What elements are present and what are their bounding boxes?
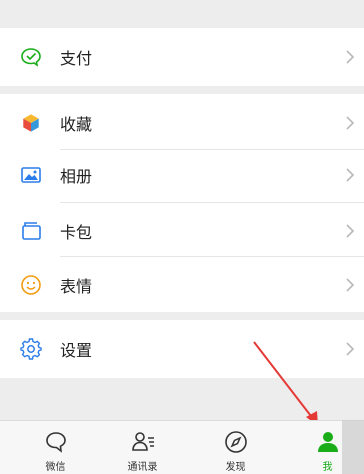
tab-chats[interactable]: 微信 [10, 421, 101, 474]
person-icon [315, 429, 341, 455]
tab-contacts[interactable]: 通讯录 [97, 421, 188, 474]
bottom-tab-bar: 微信 通讯录 发现 我 [0, 420, 364, 474]
chat-bubble-icon [43, 429, 69, 455]
scrollbar[interactable] [342, 420, 364, 474]
compass-icon [223, 429, 249, 455]
tab-label: 微信 [45, 462, 66, 473]
tab-discover[interactable]: 发现 [190, 421, 281, 474]
annotation-arrow [253, 341, 318, 426]
tab-label: 通讯录 [127, 462, 158, 473]
tab-label: 发现 [225, 462, 246, 473]
contacts-icon [130, 429, 156, 455]
